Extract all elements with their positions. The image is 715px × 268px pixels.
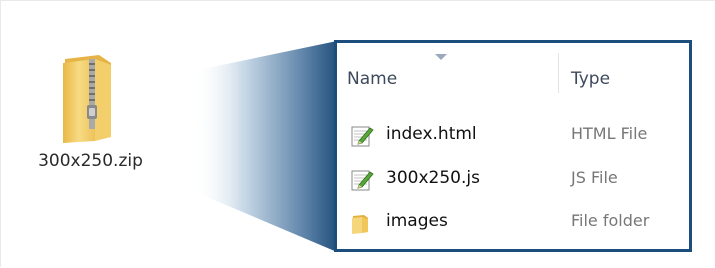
file-row[interactable]: index.html HTML File bbox=[337, 120, 689, 150]
column-divider[interactable] bbox=[558, 53, 559, 93]
zip-filename-label[interactable]: 300x250.zip bbox=[33, 151, 148, 171]
file-type: HTML File bbox=[571, 124, 648, 143]
file-type: JS File bbox=[571, 168, 618, 187]
js-file-icon bbox=[350, 168, 374, 192]
sort-ascending-icon bbox=[435, 54, 447, 60]
file-type: File folder bbox=[571, 211, 650, 230]
file-name: 300x250.js bbox=[386, 168, 480, 188]
diagram-canvas: 300x250.zip Name Type index.html HTML Fi… bbox=[0, 0, 715, 267]
folder-icon bbox=[350, 211, 374, 235]
column-header-type[interactable]: Type bbox=[571, 69, 610, 89]
file-row[interactable]: images File folder bbox=[337, 207, 689, 237]
html-file-icon bbox=[350, 124, 374, 148]
archive-contents-panel: Name Type index.html HTML File 300x250.j… bbox=[334, 40, 692, 252]
file-name: images bbox=[386, 211, 448, 231]
file-name: index.html bbox=[386, 124, 477, 144]
column-header-name[interactable]: Name bbox=[347, 69, 397, 89]
file-row[interactable]: 300x250.js JS File bbox=[337, 164, 689, 194]
zip-folder-icon[interactable] bbox=[59, 53, 117, 145]
